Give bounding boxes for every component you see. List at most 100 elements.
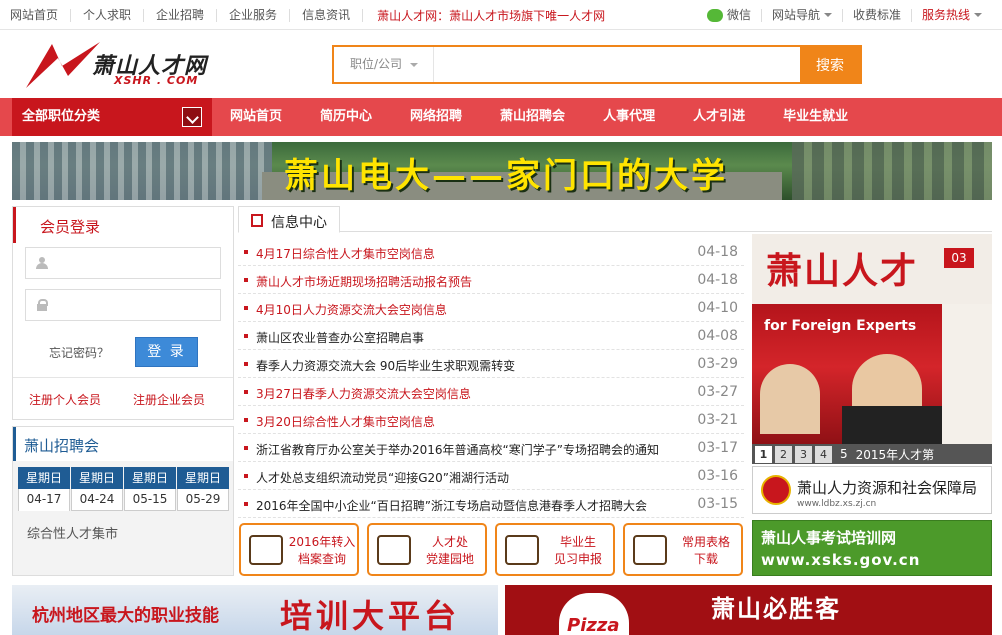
top-link-recruit[interactable]: 企业招聘 bbox=[144, 8, 218, 22]
fair-tab-date: 04-24 bbox=[71, 489, 123, 511]
news-title[interactable]: 人才处总支组织流动党员“迎接G20”湘湖行活动 bbox=[256, 469, 509, 486]
slider-page-1[interactable]: 1 bbox=[755, 445, 772, 463]
top-banner-ad[interactable]: 萧山电大——家门口的大学 bbox=[12, 142, 992, 200]
news-title[interactable]: 萧山区农业普查办公室招聘启事 bbox=[256, 329, 424, 346]
top-link-jobseek[interactable]: 个人求职 bbox=[71, 8, 145, 22]
site-logo[interactable]: 萧山人才网 XSHR . COM bbox=[22, 36, 222, 92]
news-item[interactable]: 3月20日综合性人才集市空岗信息 03-21 bbox=[238, 406, 744, 434]
nav-item-graduate[interactable]: 毕业生就业 bbox=[783, 98, 848, 136]
exam-training-link[interactable]: 萧山人事考试培训网 www.xsks.gov.cn bbox=[752, 520, 992, 576]
news-title[interactable]: 春季人力资源交流大会 90后毕业生求职观需转变 bbox=[256, 357, 515, 374]
site-slogan: 萧山人才网：萧山人才市场旗下唯一人才网 bbox=[377, 8, 606, 23]
news-title[interactable]: 4月17日综合性人才集市空岗信息 bbox=[256, 245, 435, 262]
fair-tab[interactable]: 星期日 04-24 bbox=[71, 467, 123, 511]
bullet-icon bbox=[244, 362, 248, 366]
hrss-url: www.ldbz.xs.zj.cn bbox=[797, 499, 877, 509]
slider-page-3[interactable]: 3 bbox=[795, 445, 812, 463]
bullet-icon bbox=[244, 502, 248, 506]
fair-description-link[interactable]: 综合性人才集市 bbox=[27, 523, 118, 542]
quick-label-line1: 2016年转入 bbox=[288, 535, 356, 549]
info-center: 信息中心 4月17日综合性人才集市空岗信息 04-18 萧山人才市场近期现场招聘活动… bbox=[238, 206, 992, 518]
wechat-link[interactable]: 微信 bbox=[697, 8, 761, 22]
nav-item-talent[interactable]: 人才引进 bbox=[693, 98, 745, 136]
username-field[interactable] bbox=[25, 247, 221, 279]
register-links: 注册个人会员 注册企业会员 bbox=[13, 377, 233, 419]
hrss-bureau-link[interactable]: 萧山人力资源和社会保障局 www.ldbz.xs.zj.cn bbox=[752, 466, 992, 514]
password-field[interactable] bbox=[25, 289, 221, 321]
mouse-icon bbox=[633, 535, 667, 565]
quick-forms-download[interactable]: 常用表格 下载 bbox=[623, 523, 743, 576]
slider-caption: 2015年人才第 bbox=[855, 447, 935, 462]
nav-item-home[interactable]: 网站首页 bbox=[230, 98, 282, 136]
fair-tab-date: 04-17 bbox=[18, 489, 70, 511]
hotline-dropdown[interactable]: 服务热线 bbox=[910, 8, 992, 22]
slider-page-2[interactable]: 2 bbox=[775, 445, 792, 463]
news-item[interactable]: 萧山区农业普查办公室招聘启事 04-08 bbox=[238, 322, 744, 350]
news-title[interactable]: 2016年全国中小企业“百日招聘”浙江专场启动暨信息港春季人才招聘大会 bbox=[256, 497, 647, 514]
search-input[interactable] bbox=[434, 47, 800, 82]
pizza-banner-ad[interactable]: Pizza 萧山必胜客 bbox=[505, 585, 992, 635]
quick-archive-query[interactable]: 2016年转入 档案查询 bbox=[239, 523, 359, 576]
news-date: 03-27 bbox=[697, 384, 738, 400]
chevron-down-icon bbox=[182, 107, 202, 127]
bullet-icon bbox=[244, 418, 248, 422]
search-type-select[interactable]: 职位/公司 bbox=[334, 47, 434, 82]
search-button[interactable]: 搜索 bbox=[800, 47, 860, 82]
top-link-news[interactable]: 信息资讯 bbox=[290, 8, 364, 22]
training-banner-ad[interactable]: 杭州地区最大的职业技能 培训大平台 bbox=[12, 585, 498, 635]
main-nav: 全部职位分类 网站首页 简历中心 网络招聘 萧山招聘会 人事代理 人才引进 毕业… bbox=[0, 98, 1002, 136]
news-item[interactable]: 浙江省教育厅办公室关于举办2016年普通高校“寒门学子”专场招聘会的通知 03-1… bbox=[238, 434, 744, 462]
fair-tab[interactable]: 星期日 04-17 bbox=[18, 467, 70, 511]
news-item[interactable]: 4月10日人力资源交流大会空岗信息 04-10 bbox=[238, 294, 744, 322]
news-item[interactable]: 2016年全国中小企业“百日招聘”浙江专场启动暨信息港春季人才招聘大会 03-15 bbox=[238, 490, 744, 518]
news-item[interactable]: 3月27日春季人力资源交流大会空岗信息 03-27 bbox=[238, 378, 744, 406]
lightning-logo-icon bbox=[26, 42, 100, 88]
nav-item-resume[interactable]: 简历中心 bbox=[320, 98, 372, 136]
top-bar: 网站首页 个人求职 企业招聘 企业服务 信息资讯 萧山人才网：萧山人才市场旗下唯… bbox=[0, 0, 1002, 30]
forgot-password-link[interactable]: 忘记密码？ bbox=[49, 344, 109, 361]
news-title[interactable]: 4月10日人力资源交流大会空岗信息 bbox=[256, 301, 447, 318]
quick-label-line2: 档案查询 bbox=[297, 552, 346, 566]
fees-link[interactable]: 收费标准 bbox=[841, 8, 911, 22]
news-date: 03-16 bbox=[697, 468, 738, 484]
register-person-link[interactable]: 注册个人会员 bbox=[29, 391, 101, 408]
slider-page-4[interactable]: 4 bbox=[815, 445, 832, 463]
fair-tab-date: 05-29 bbox=[177, 489, 229, 511]
caret-down-icon bbox=[410, 62, 419, 67]
quick-party-building[interactable]: 人才处 党建园地 bbox=[367, 523, 487, 576]
quick-label-line2: 党建园地 bbox=[425, 552, 474, 566]
quick-intern-apply[interactable]: 毕业生 见习申报 bbox=[495, 523, 615, 576]
news-title[interactable]: 萧山人才市场近期现场招聘活动报名预告 bbox=[256, 273, 472, 290]
bullet-icon bbox=[244, 306, 248, 310]
fair-tab[interactable]: 星期日 05-29 bbox=[177, 467, 229, 511]
top-links: 网站首页 个人求职 企业招聘 企业服务 信息资讯 萧山人才网：萧山人才市场旗下唯… bbox=[10, 0, 605, 30]
fair-tab-weekday: 星期日 bbox=[71, 467, 123, 489]
register-company-link[interactable]: 注册企业会员 bbox=[133, 391, 205, 408]
news-title[interactable]: 3月20日综合性人才集市空岗信息 bbox=[256, 413, 435, 430]
login-button[interactable]: 登 录 bbox=[135, 337, 198, 367]
magazine-slider[interactable]: 萧山人才 03 for Foreign Experts 1 2 3 4 5 20… bbox=[752, 234, 992, 464]
nav-item-job-fair[interactable]: 萧山招聘会 bbox=[500, 98, 565, 136]
national-emblem-icon bbox=[761, 475, 791, 505]
notepad-icon bbox=[251, 214, 263, 227]
news-item[interactable]: 萧山人才市场近期现场招聘活动报名预告 04-18 bbox=[238, 266, 744, 294]
nav-item-hr-agency[interactable]: 人事代理 bbox=[603, 98, 655, 136]
top-link-home[interactable]: 网站首页 bbox=[10, 8, 72, 22]
news-title[interactable]: 浙江省教育厅办公室关于举办2016年普通高校“寒门学子”专场招聘会的通知 bbox=[256, 441, 659, 458]
news-title[interactable]: 3月27日春季人力资源交流大会空岗信息 bbox=[256, 385, 471, 402]
job-fair-panel: 萧山招聘会 星期日 04-17 星期日 04-24 星期日 05-15 星期日 05-2… bbox=[12, 426, 234, 576]
all-categories-button[interactable]: 全部职位分类 bbox=[12, 98, 212, 136]
site-nav-dropdown[interactable]: 网站导航 bbox=[760, 8, 842, 22]
info-tab[interactable]: 信息中心 bbox=[238, 206, 340, 233]
wechat-icon bbox=[706, 8, 723, 22]
slider-page-5[interactable]: 5 bbox=[840, 447, 848, 461]
bullet-icon bbox=[244, 278, 248, 282]
top-link-service[interactable]: 企业服务 bbox=[217, 8, 291, 22]
news-item[interactable]: 人才处总支组织流动党员“迎接G20”湘湖行活动 03-16 bbox=[238, 462, 744, 490]
nav-item-online-recruit[interactable]: 网络招聘 bbox=[410, 98, 462, 136]
news-item[interactable]: 春季人力资源交流大会 90后毕业生求职观需转变 03-29 bbox=[238, 350, 744, 378]
info-header: 信息中心 bbox=[238, 206, 992, 233]
people-icon bbox=[377, 535, 411, 565]
news-item[interactable]: 4月17日综合性人才集市空岗信息 04-18 bbox=[238, 238, 744, 266]
fair-tab[interactable]: 星期日 05-15 bbox=[124, 467, 176, 511]
